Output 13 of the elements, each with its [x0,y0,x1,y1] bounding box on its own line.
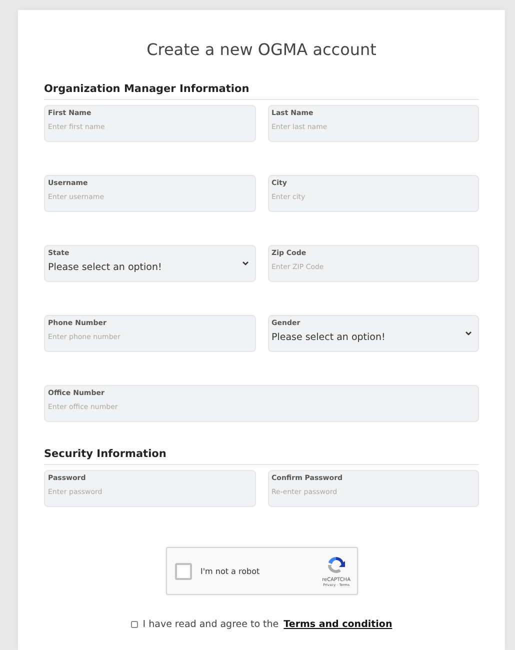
select-value: Please select an option! [272,332,386,343]
agree-checkbox[interactable] [130,621,138,628]
chevron-down-icon [242,261,248,266]
select-value: Please select an option! [48,262,162,273]
terms-link[interactable]: Terms and condition [284,619,392,630]
recaptcha-logo-icon [326,555,346,575]
chevron-down-icon [465,331,472,336]
section-heading: Security Information [44,448,479,465]
agree-text: I have read and agree to the [142,619,279,630]
captcha-label: I'm not a robot [200,566,261,576]
section-heading: Organization Manager Information [44,83,479,100]
page-title: Create a new OGMA account [146,40,378,59]
captcha-checkbox[interactable] [174,562,192,580]
